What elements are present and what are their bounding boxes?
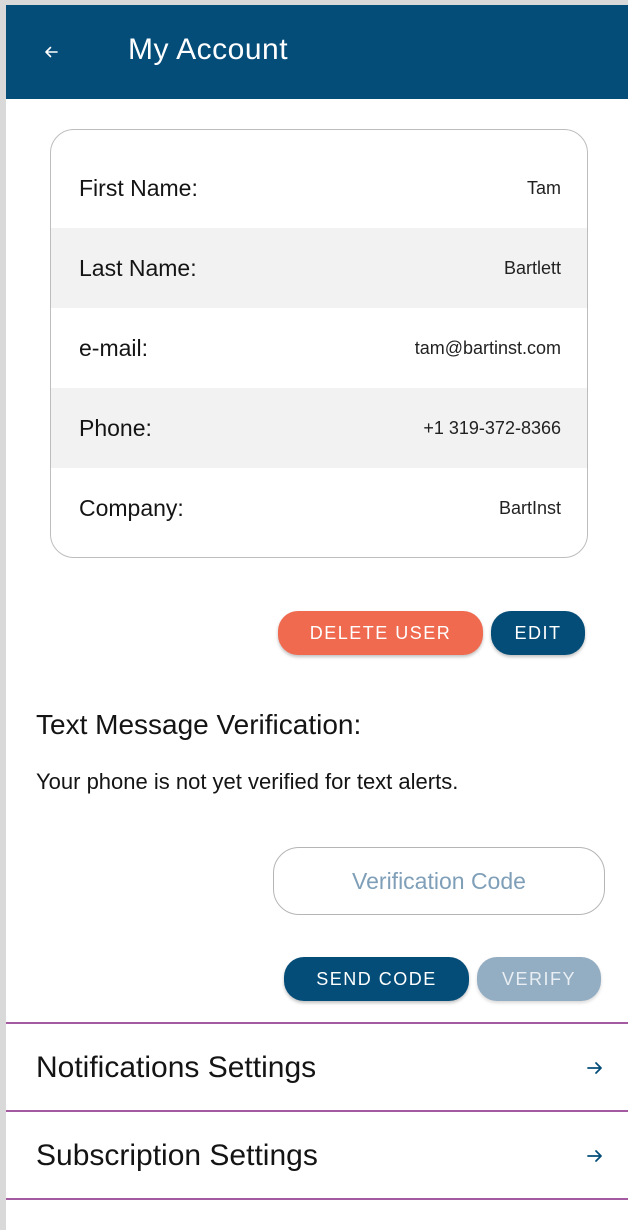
app-screen: My Account First Name: Tam Last Name: Ba… [0,0,628,1230]
arrow-right-icon [584,1057,606,1079]
company-label: Company: [79,494,184,521]
profile-row-company: Company: BartInst [51,468,587,548]
email-value: tam@bartinst.com [414,337,561,358]
send-code-button[interactable]: SEND CODE [284,957,469,1001]
profile-row-phone: Phone: +1 319-372-8366 [51,388,587,468]
page-title: My Account [128,33,289,66]
subscription-settings-item[interactable]: Subscription Settings [6,1114,628,1198]
company-value: BartInst [498,497,561,518]
verification-title: Text Message Verification: [36,709,362,740]
back-button[interactable] [36,37,66,67]
edit-button[interactable]: EDIT [491,611,585,655]
delete-user-button[interactable]: DELETE USER [278,611,483,655]
verification-code-input[interactable] [273,847,605,915]
last-name-value: Bartlett [503,257,561,278]
notifications-settings-label: Notifications Settings [36,1051,317,1084]
phone-value: +1 319-372-8366 [423,417,561,438]
profile-row-email: e-mail: tam@bartinst.com [51,308,587,388]
email-label: e-mail: [79,334,149,361]
arrow-left-icon [45,46,58,58]
divider [6,1022,628,1024]
subscription-settings-label: Subscription Settings [36,1139,318,1172]
arrow-right-icon [584,1145,606,1167]
divider [6,1198,628,1200]
first-name-label: First Name: [79,174,198,201]
divider [6,1110,628,1112]
first-name-value: Tam [526,177,561,198]
app-header: My Account [6,5,628,99]
last-name-label: Last Name: [79,254,197,281]
profile-row-last-name: Last Name: Bartlett [51,228,587,308]
profile-row-first-name: First Name: Tam [51,148,587,228]
notifications-settings-item[interactable]: Notifications Settings [6,1026,628,1110]
phone-label: Phone: [79,414,152,441]
verify-button[interactable]: VERIFY [477,957,601,1001]
verification-description: Your phone is not yet verified for text … [36,769,459,794]
profile-card: First Name: Tam Last Name: Bartlett e-ma… [50,129,588,558]
